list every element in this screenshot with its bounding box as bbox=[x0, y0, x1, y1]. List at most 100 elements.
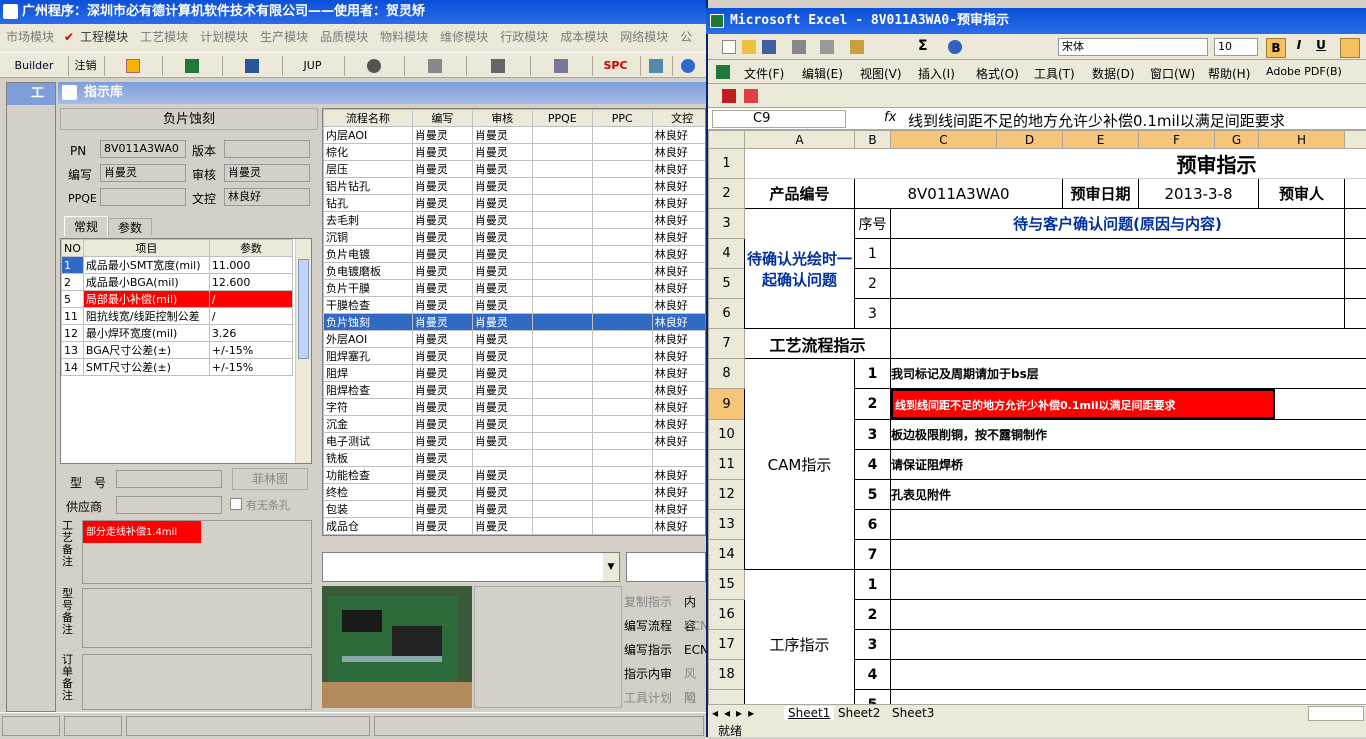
menu-network[interactable]: 网络模块 bbox=[614, 24, 674, 46]
bold-button[interactable]: B bbox=[1266, 38, 1286, 58]
sheet-tab-3[interactable]: Sheet3 bbox=[892, 706, 934, 720]
table-row[interactable]: 11阻抗线宽/线距控制公差/ bbox=[62, 308, 293, 325]
ppqe-field[interactable] bbox=[100, 188, 186, 206]
confirm-label[interactable]: 待确认光绘时一起确认问题 bbox=[745, 209, 855, 329]
table-row[interactable]: 外层AOI肖曼灵肖曼灵林良好 bbox=[324, 331, 707, 348]
filter-dropdown[interactable]: ▼ bbox=[322, 552, 620, 582]
help-icon[interactable] bbox=[948, 40, 962, 54]
table-row[interactable]: 沉铜肖曼灵肖曼灵林良好 bbox=[324, 229, 707, 246]
menu-insert[interactable]: 插入(I) bbox=[918, 65, 955, 82]
table-row[interactable]: 阻焊塞孔肖曼灵肖曼灵林良好 bbox=[324, 348, 707, 365]
model-note-field[interactable] bbox=[82, 588, 312, 648]
save-icon[interactable] bbox=[762, 40, 776, 54]
row-header[interactable]: 10 bbox=[709, 420, 745, 450]
cam-seq[interactable]: 5 bbox=[855, 480, 891, 510]
chart-icon[interactable] bbox=[640, 56, 670, 76]
font-size-select[interactable]: 10 bbox=[1214, 38, 1258, 56]
model-field[interactable] bbox=[116, 470, 222, 488]
sheet-nav-arrows[interactable]: ◂◂▸▸ bbox=[712, 706, 760, 720]
cam-seq[interactable]: 2 bbox=[855, 389, 891, 420]
menu-tools[interactable]: 工具(T) bbox=[1034, 65, 1075, 82]
confirm-cell[interactable] bbox=[891, 299, 1345, 329]
cam-seq[interactable]: 3 bbox=[855, 420, 891, 450]
sheet-tab-1[interactable]: Sheet1 bbox=[784, 706, 834, 720]
jup-button[interactable]: JUP bbox=[282, 56, 342, 76]
side-tab[interactable]: 工 bbox=[7, 83, 55, 105]
print-icon[interactable] bbox=[792, 40, 806, 54]
table-row[interactable]: 1成品最小SMT宽度(mil)11.000 bbox=[62, 257, 293, 274]
table-row[interactable]: 阻焊检查肖曼灵肖曼灵林良好 bbox=[324, 382, 707, 399]
row-header[interactable]: 1 bbox=[709, 149, 745, 179]
builder-button[interactable]: Builder bbox=[4, 56, 64, 76]
table-row[interactable]: 12最小焊环宽度(mil)3.26 bbox=[62, 325, 293, 342]
cam-item[interactable]: 请保证阻焊桥 bbox=[891, 450, 1366, 480]
process-instruction-label[interactable]: 工序指示 bbox=[745, 570, 855, 705]
craft-note-field[interactable]: 部分走线补偿1.4mil bbox=[82, 520, 312, 584]
confirm-cell[interactable] bbox=[891, 269, 1345, 299]
col-header-f[interactable]: F bbox=[1139, 131, 1215, 149]
menu-data[interactable]: 数据(D) bbox=[1092, 65, 1135, 82]
col-header-d[interactable]: D bbox=[997, 131, 1063, 149]
word-icon[interactable] bbox=[222, 56, 280, 76]
process-item[interactable] bbox=[891, 630, 1366, 660]
confirm-cell[interactable] bbox=[891, 239, 1345, 269]
cam-item[interactable]: 孔表见附件 bbox=[891, 480, 1366, 510]
menu-plan[interactable]: 计划模块 bbox=[194, 24, 254, 46]
tab-general[interactable]: 常规 bbox=[64, 216, 108, 236]
cam-seq[interactable]: 6 bbox=[855, 510, 891, 540]
menu-view[interactable]: 视图(V) bbox=[860, 65, 902, 82]
row-header[interactable]: 11 bbox=[709, 450, 745, 480]
tool-plan-button[interactable]: 工具计划问题 bbox=[624, 686, 706, 710]
open-icon[interactable] bbox=[742, 40, 756, 54]
align-icon[interactable] bbox=[1340, 38, 1360, 58]
table-row[interactable]: 铝片钻孔肖曼灵肖曼灵林良好 bbox=[324, 178, 707, 195]
table-row[interactable]: 终检肖曼灵肖曼灵林良好 bbox=[324, 484, 707, 501]
tools-icon[interactable] bbox=[466, 56, 528, 76]
version-field[interactable] bbox=[224, 140, 310, 158]
cam-seq[interactable]: 4 bbox=[855, 450, 891, 480]
col-header-b[interactable]: B bbox=[855, 131, 891, 149]
doc-field[interactable]: 林良好 bbox=[224, 188, 310, 206]
row-header[interactable]: 12 bbox=[709, 480, 745, 510]
process-seq[interactable]: 2 bbox=[855, 600, 891, 630]
formula-input[interactable]: 线到线间距不足的地方允许少补偿0.1mil以满足间距要求 bbox=[908, 110, 1285, 131]
cam-item[interactable]: 我司标记及周期请加于bs层 bbox=[891, 359, 1366, 389]
process-item[interactable] bbox=[891, 600, 1366, 630]
seq-cell[interactable]: 1 bbox=[855, 239, 891, 269]
row-header[interactable]: 6 bbox=[709, 299, 745, 329]
cam-item[interactable] bbox=[891, 510, 1366, 540]
row-header[interactable]: 2 bbox=[709, 179, 745, 209]
menu-engineering[interactable]: 工程模块 bbox=[74, 24, 134, 46]
tab-params[interactable]: 参数 bbox=[108, 218, 152, 236]
row-header[interactable]: 13 bbox=[709, 510, 745, 540]
underline-button[interactable]: U bbox=[1312, 38, 1330, 52]
cam-item-selected[interactable]: 线到线间距不足的地方允许少补偿0.1mil以满足间距要求 bbox=[891, 389, 1366, 420]
pn-field[interactable]: 8V011A3WA0 bbox=[100, 140, 186, 158]
supplier-field[interactable] bbox=[116, 496, 222, 514]
table-row[interactable]: 负电镀磨板肖曼灵肖曼灵林良好 bbox=[324, 263, 707, 280]
pdf-mail-icon[interactable] bbox=[744, 89, 758, 103]
person-label[interactable]: 预审人 bbox=[1259, 179, 1345, 209]
table-row[interactable]: 字符肖曼灵肖曼灵林良好 bbox=[324, 399, 707, 416]
table-row[interactable]: 13BGA尺寸公差(±)+/-15% bbox=[62, 342, 293, 359]
menu-market[interactable]: 市场模块 bbox=[0, 24, 60, 46]
table-row[interactable]: 阻焊肖曼灵肖曼灵林良好 bbox=[324, 365, 707, 382]
row-header[interactable]: 15 bbox=[709, 570, 745, 600]
col-header-e[interactable]: E bbox=[1063, 131, 1139, 149]
paste-icon[interactable] bbox=[850, 40, 864, 54]
menu-maintenance[interactable]: 维修模块 bbox=[434, 24, 494, 46]
table-row[interactable]: 负片干膜肖曼灵肖曼灵林良好 bbox=[324, 280, 707, 297]
table-row[interactable]: 铣板肖曼灵 bbox=[324, 450, 707, 467]
col-header-h[interactable]: H bbox=[1259, 131, 1345, 149]
seq-label[interactable]: 序号 bbox=[855, 209, 891, 239]
table-row[interactable]: 内层AOI肖曼灵肖曼灵林良好 bbox=[324, 127, 707, 144]
table-row[interactable]: 14SMT尺寸公差(±)+/-15% bbox=[62, 359, 293, 376]
table-row[interactable]: 功能检查肖曼灵肖曼灵林良好 bbox=[324, 467, 707, 484]
row-header[interactable]: 4 bbox=[709, 239, 745, 269]
seq-cell[interactable]: 2 bbox=[855, 269, 891, 299]
cam-item[interactable]: 板边极限削铜，按不露铜制作 bbox=[891, 420, 1366, 450]
barcode-checkbox[interactable] bbox=[230, 498, 242, 510]
table-row[interactable]: 电子测试肖曼灵肖曼灵林良好 bbox=[324, 433, 707, 450]
menu-admin[interactable]: 行政模块 bbox=[494, 24, 554, 46]
cam-item[interactable] bbox=[891, 540, 1366, 570]
